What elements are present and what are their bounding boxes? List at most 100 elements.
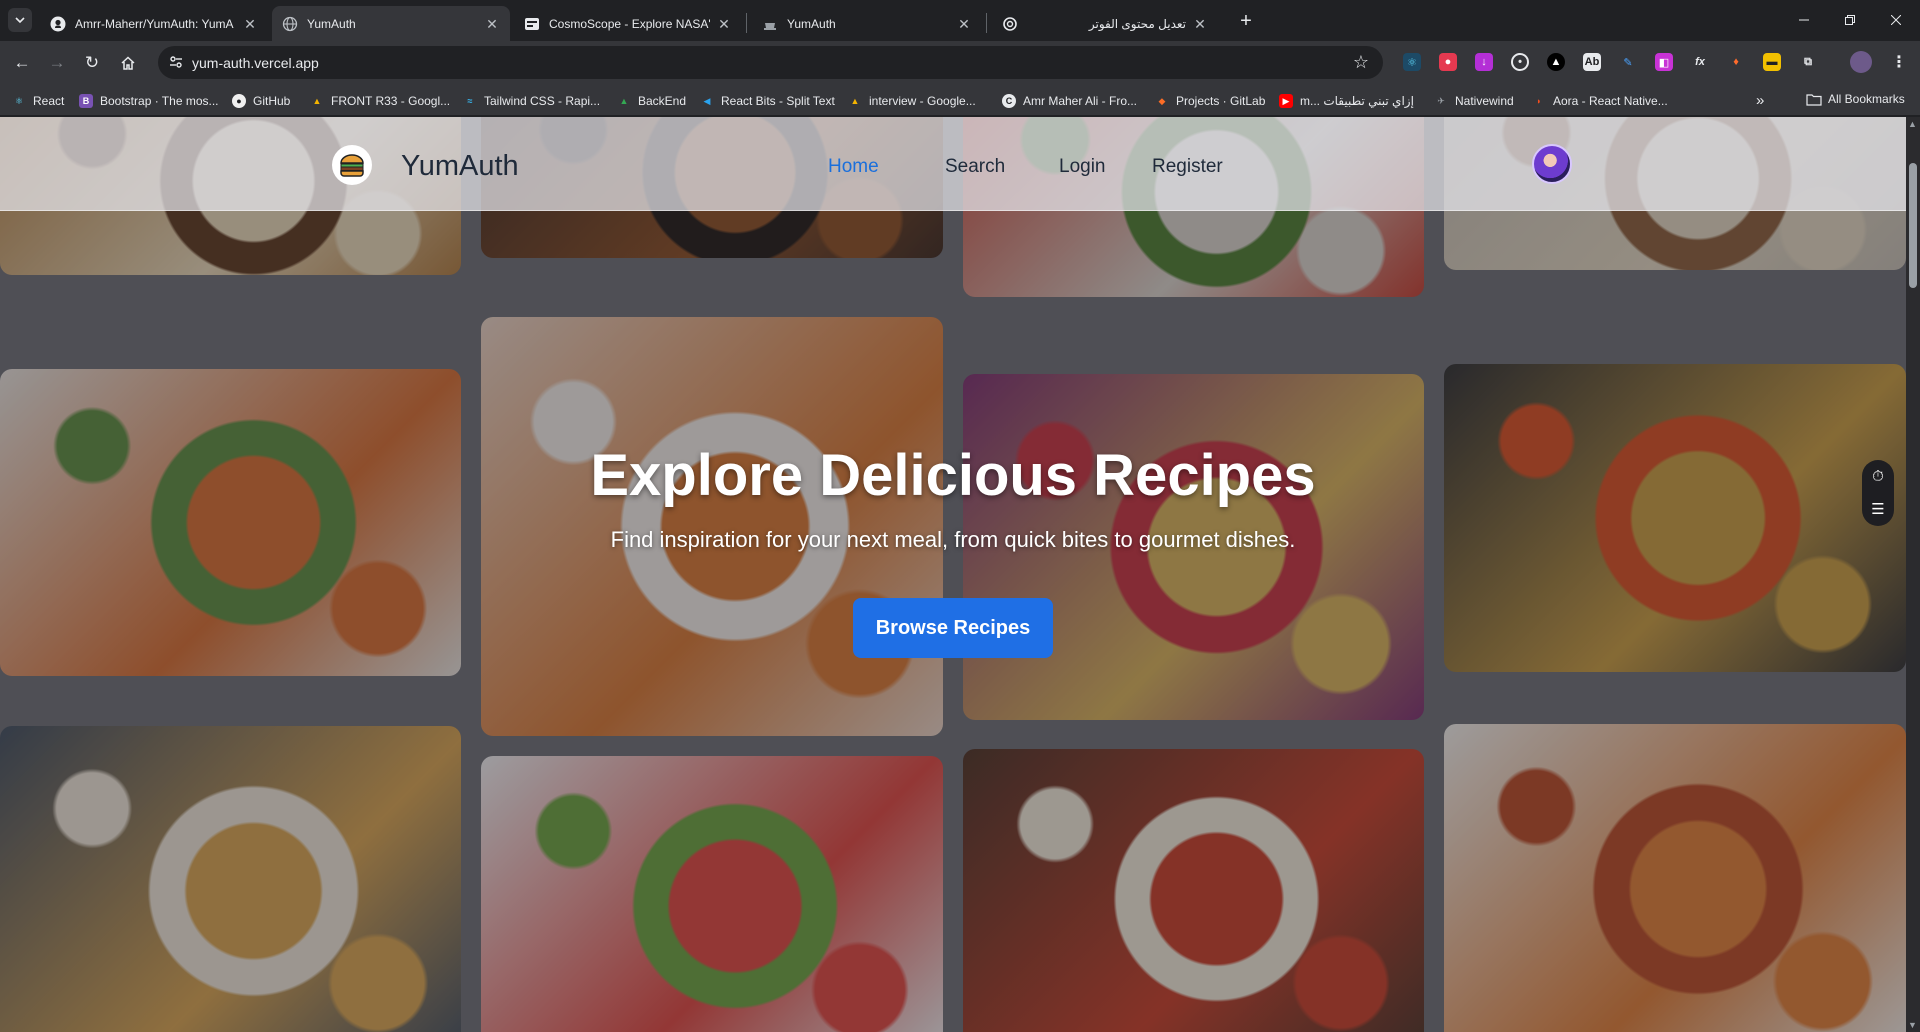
folder-icon [1806, 93, 1822, 106]
yellow-extension-icon[interactable]: ▬ [1763, 53, 1781, 71]
nav-register-link[interactable]: Register [1152, 156, 1223, 178]
brand-name[interactable]: YumAuth [401, 150, 519, 183]
react-devtools-icon[interactable]: ⚛ [1403, 53, 1421, 71]
gitlab-icon: ◆ [1158, 95, 1166, 106]
color-picker-extension-icon[interactable]: ◧ [1655, 53, 1673, 71]
google-drive-icon: ▲ [312, 96, 322, 106]
timer-icon[interactable]: ⏱ [1872, 468, 1884, 485]
scroll-down-arrow-icon[interactable]: ▼ [1908, 1020, 1917, 1030]
bookmark-nativewind[interactable]: ✈ Nativewind [1434, 92, 1514, 110]
extension-red-icon[interactable]: ● [1439, 53, 1457, 71]
bootstrap-icon: B [79, 94, 93, 108]
close-tab-icon[interactable]: ✕ [484, 16, 500, 32]
scroll-up-arrow-icon[interactable]: ▲ [1908, 119, 1917, 129]
close-window-button[interactable] [1873, 0, 1919, 40]
burger-logo-icon [340, 154, 364, 177]
tab-separator [746, 13, 747, 33]
back-button[interactable]: ← [7, 48, 37, 78]
user-avatar[interactable] [1532, 144, 1572, 184]
forward-button[interactable]: → [42, 48, 72, 78]
site-navbar: YumAuth Home Search Login Register [0, 117, 1906, 211]
portfolio-icon: C [1002, 94, 1016, 108]
browse-recipes-button[interactable]: Browse Recipes [853, 598, 1053, 658]
close-tab-icon[interactable]: ✕ [242, 16, 258, 32]
page-icon [762, 16, 778, 32]
close-tab-icon[interactable]: ✕ [956, 16, 972, 32]
new-tab-button[interactable]: + [1233, 8, 1259, 34]
tab-cosmoscope[interactable]: CosmoScope - Explore NASA's ✕ [514, 6, 742, 41]
restore-button[interactable] [1827, 0, 1873, 40]
bookmarks-overflow-chevron-icon[interactable]: » [1756, 92, 1764, 109]
page-scrollbar[interactable]: ▲ ▼ [1906, 117, 1920, 1032]
tab-title: تعديل محتوى الفوتر [1088, 16, 1186, 31]
github-icon [50, 16, 66, 32]
fire-extension-icon[interactable]: ♦ [1727, 53, 1745, 71]
floating-widget[interactable]: ⏱ ☰ [1862, 460, 1894, 526]
tab-title: CosmoScope - Explore NASA's [549, 16, 710, 31]
yumauth-logo[interactable] [332, 145, 372, 185]
hero-dark-overlay [0, 117, 1906, 1032]
bookmark-label: m... إزاي تبني تطبيقات [1300, 94, 1414, 108]
tab-search-button[interactable] [8, 8, 32, 32]
tab-title: YumAuth [787, 16, 836, 31]
tab-github-yumauth[interactable]: Amrr-Maherr/YumAuth: YumA ✕ [40, 6, 268, 41]
react-bits-icon: ◀ [703, 95, 711, 106]
all-bookmarks-label: All Bookmarks [1828, 92, 1905, 106]
tab-yumauth-active[interactable]: YumAuth ✕ [272, 6, 510, 41]
list-icon[interactable]: ☰ [1871, 500, 1884, 518]
target-extension-icon[interactable]: • [1511, 53, 1529, 71]
bookmark-amr-maher[interactable]: C Amr Maher Ali - Fro... [1002, 92, 1137, 110]
bookmark-gitlab[interactable]: ◆ Projects · GitLab [1155, 92, 1266, 110]
minimize-icon [1799, 19, 1809, 21]
bookmark-github[interactable]: ● GitHub [232, 92, 290, 110]
close-icon [1891, 15, 1901, 25]
bookmark-aora[interactable]: ◗ Aora - React Native... [1532, 92, 1667, 110]
bookmark-star-icon[interactable]: ☆ [1353, 52, 1369, 73]
more-menu-icon[interactable]: ⋮ [1890, 53, 1908, 71]
bookmark-react-bits[interactable]: ◀ React Bits - Split Text [700, 92, 835, 110]
bookmark-label: Bootstrap · The mos... [100, 94, 219, 108]
home-button[interactable] [113, 48, 143, 78]
tab-openai-chat[interactable]: تعديل محتوى الفوتر ✕ [992, 6, 1218, 41]
pen-extension-icon[interactable]: ✎ [1619, 53, 1637, 71]
site-info-icon[interactable] [168, 54, 184, 70]
download-extension-icon[interactable]: ↓ [1475, 53, 1493, 71]
function-extension-icon[interactable]: fx [1691, 53, 1709, 71]
nativewind-icon: ✈ [1437, 95, 1445, 106]
extensions-puzzle-icon[interactable]: ⧉ [1799, 53, 1817, 71]
browser-tabstrip: Amrr-Maherr/YumAuth: YumA ✕ YumAuth ✕ Co… [0, 0, 1920, 41]
bookmark-front-r33[interactable]: ▲ FRONT R33 - Googl... [310, 92, 451, 110]
all-bookmarks-folder[interactable]: All Bookmarks [1806, 92, 1905, 106]
bookmark-label: Projects · GitLab [1176, 94, 1266, 108]
url-text: yum-auth.vercel.app [192, 55, 319, 71]
vercel-extension-icon[interactable]: ▲ [1547, 53, 1565, 71]
forward-arrow-icon: → [48, 53, 66, 72]
home-icon [121, 56, 135, 70]
minimize-button[interactable] [1781, 0, 1827, 40]
nav-home-link[interactable]: Home [828, 156, 879, 178]
bookmark-youtube-video[interactable]: ▶ m... إزاي تبني تطبيقات [1279, 92, 1414, 110]
bookmark-bootstrap[interactable]: B Bootstrap · The mos... [79, 92, 219, 110]
bookmark-label: React Bits - Split Text [721, 94, 835, 108]
address-bar[interactable]: yum-auth.vercel.app ☆ [158, 46, 1383, 79]
bookmark-react[interactable]: ⚛ React [12, 92, 64, 110]
close-tab-icon[interactable]: ✕ [716, 16, 732, 32]
nasa-icon [524, 16, 540, 32]
reload-button[interactable]: ↻ [77, 48, 107, 78]
font-extension-icon[interactable]: Ab [1583, 53, 1601, 71]
bookmark-interview[interactable]: ▲ interview - Google... [848, 92, 976, 110]
profile-avatar-icon[interactable] [1850, 51, 1872, 73]
scrollbar-thumb[interactable] [1909, 163, 1917, 288]
bookmark-tailwind[interactable]: ≈ Tailwind CSS - Rapi... [463, 92, 601, 110]
bookmark-label: GitHub [253, 94, 291, 108]
tab-yumauth-2[interactable]: YumAuth ✕ [752, 6, 982, 41]
tab-title: Amrr-Maherr/YumAuth: YumA [75, 16, 234, 31]
close-tab-icon[interactable]: ✕ [1192, 16, 1208, 32]
browser-toolbar: ← → ↻ yum-auth.vercel.app ☆ ⚛ ● ↓ • ▲ Ab… [0, 41, 1920, 84]
bookmark-backend[interactable]: ▲ BackEnd [617, 92, 687, 110]
nav-login-link[interactable]: Login [1059, 156, 1106, 178]
nav-search-link[interactable]: Search [945, 156, 1005, 178]
openai-icon [1002, 16, 1018, 32]
bookmark-label: Nativewind [1455, 94, 1514, 108]
hero-subtitle: Find inspiration for your next meal, fro… [610, 527, 1296, 552]
